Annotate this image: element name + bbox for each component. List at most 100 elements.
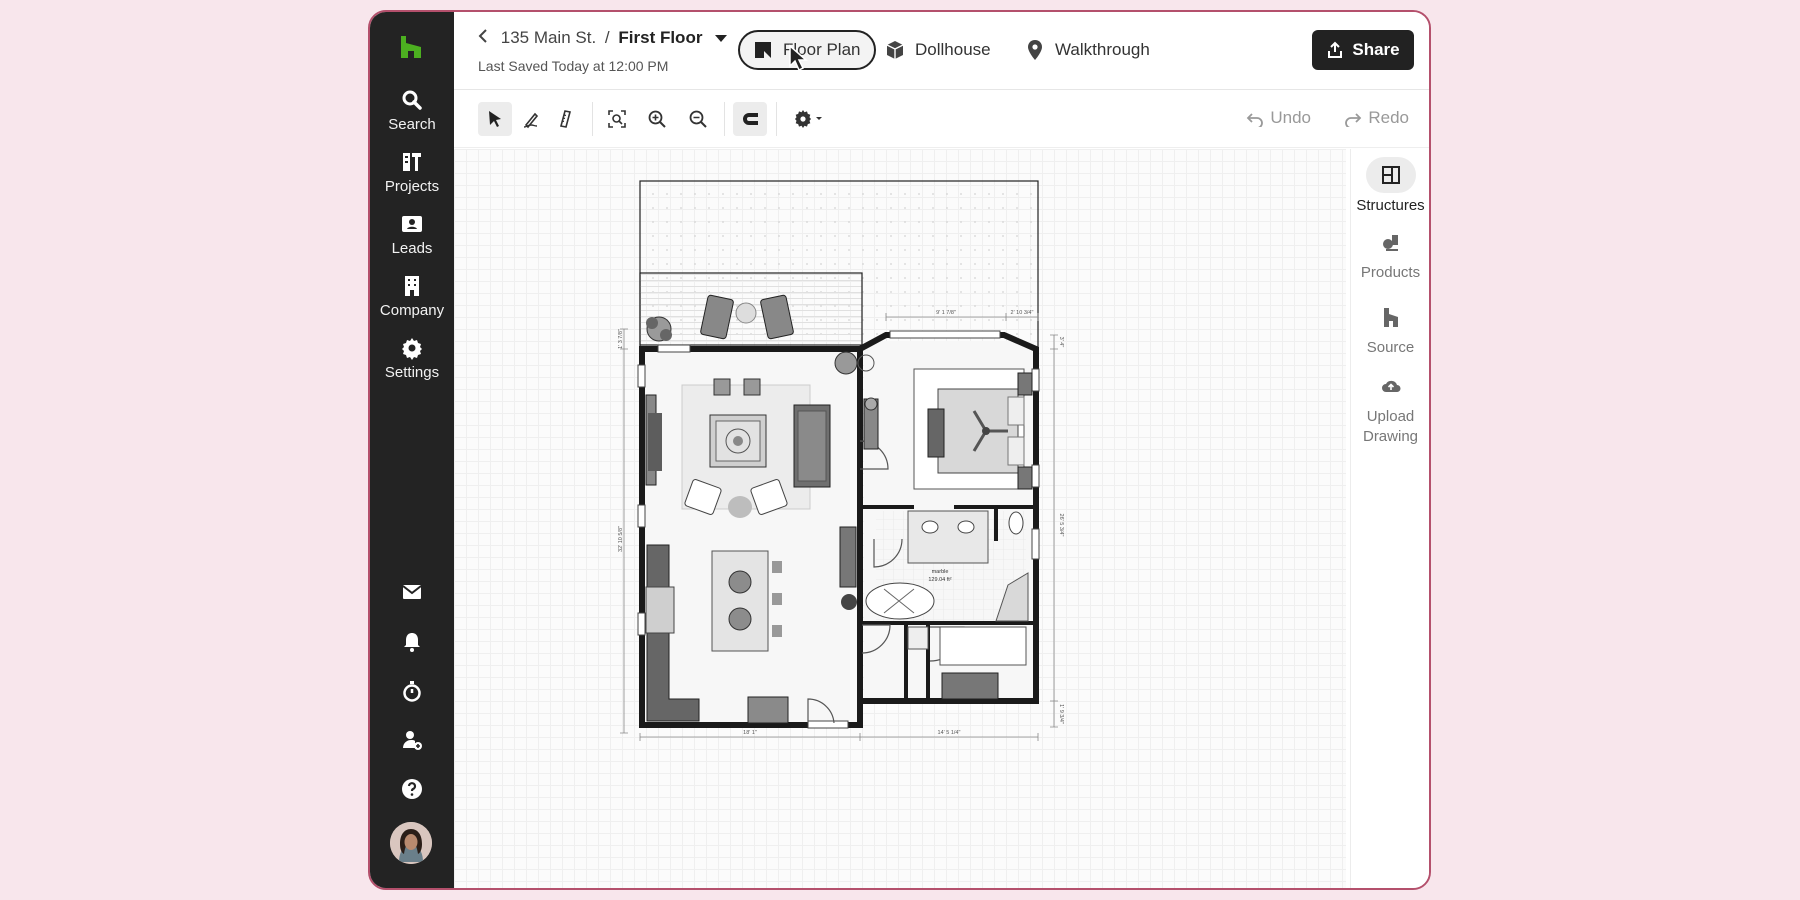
room-area-label: 129.04 ft² [928, 577, 951, 583]
toilet[interactable] [1008, 511, 1024, 535]
rail-item-label: Leads [391, 240, 433, 257]
nightstand[interactable] [1017, 372, 1033, 396]
app-window: Search Projects Leads Company Settings 1… [368, 10, 1431, 890]
side-table[interactable] [728, 496, 752, 518]
snap-magnet-toggle[interactable] [733, 102, 767, 136]
rail-item-label: Company [379, 302, 445, 319]
measure-icon [560, 110, 571, 128]
zoom-fit-button[interactable] [600, 102, 634, 136]
breadcrumb-separator: / [604, 28, 610, 47]
undo-button[interactable]: Undo [1246, 108, 1311, 128]
avatar[interactable] [390, 822, 432, 864]
leads-icon [402, 216, 422, 232]
draw-wall-icon [523, 112, 539, 129]
ottoman[interactable] [743, 378, 761, 396]
panel-item-label: Upload Drawing [1362, 408, 1419, 445]
add-user-icon[interactable] [400, 728, 424, 752]
products-icon [1382, 235, 1398, 251]
dimension-label: 14' 5 1/4" [938, 730, 961, 736]
share-button[interactable]: Share [1312, 30, 1414, 70]
dining-table[interactable] [709, 414, 767, 468]
trash-bin[interactable] [841, 594, 857, 610]
panel-item-label: Products [1360, 264, 1421, 281]
rail-item-search[interactable]: Search [370, 88, 454, 133]
toilet-small[interactable] [907, 626, 929, 650]
share-label: Share [1352, 40, 1400, 59]
panel-item-structures[interactable]: Structures [1351, 157, 1429, 216]
left-nav-rail: Search Projects Leads Company Settings [370, 12, 454, 888]
tab-dollhouse[interactable]: Dollhouse [884, 30, 991, 70]
bathroom-vanity[interactable] [907, 510, 989, 564]
select-tool[interactable] [478, 102, 512, 136]
magnet-icon [743, 113, 758, 125]
redo-label: Redo [1368, 108, 1409, 127]
panel-item-label: Structures [1356, 197, 1425, 214]
last-saved-status: Last Saved Today at 12:00 PM [478, 58, 669, 74]
sofa[interactable] [793, 404, 831, 488]
room-name-label: marble [932, 569, 949, 575]
houzz-logo-icon[interactable] [399, 34, 423, 60]
bathtub[interactable] [865, 582, 935, 620]
undo-icon [1247, 113, 1264, 127]
project-name[interactable]: 135 Main St. [501, 28, 596, 47]
washer-dryer[interactable] [941, 672, 999, 700]
ottoman[interactable] [713, 378, 731, 396]
rail-item-settings[interactable]: Settings [370, 336, 454, 381]
cube-icon [886, 41, 904, 59]
rail-item-label: Settings [384, 364, 440, 381]
rail-item-label: Search [388, 116, 436, 133]
source-icon [1383, 308, 1398, 327]
mail-icon[interactable] [400, 580, 424, 604]
location-pin-icon [1028, 40, 1042, 60]
measure-tool[interactable] [550, 102, 584, 136]
redo-button[interactable]: Redo [1344, 108, 1409, 128]
bench[interactable] [927, 408, 945, 458]
nightstand[interactable] [1017, 466, 1033, 490]
floor-selector[interactable]: First Floor [618, 28, 702, 47]
zoom-out-icon [689, 110, 707, 128]
dimension-label: 9' 1 7/8" [936, 310, 956, 316]
help-icon[interactable] [400, 777, 424, 801]
undo-label: Undo [1270, 108, 1311, 127]
zoom-fit-icon [608, 110, 626, 128]
rail-item-projects[interactable]: Projects [370, 150, 454, 195]
tab-label: Walkthrough [1055, 40, 1150, 59]
chevron-down-icon[interactable] [715, 35, 728, 43]
tab-label: Dollhouse [915, 40, 991, 59]
tub-small[interactable] [939, 626, 1027, 666]
gear-icon [402, 338, 422, 360]
dimension-label: 3' 4" [1058, 337, 1064, 348]
settings-dropdown[interactable] [787, 102, 831, 136]
dimension-label: 2' 10 3/4" [1011, 310, 1034, 316]
right-tool-panel: Structures Products Source Upload Drawin… [1350, 149, 1429, 888]
zoom-in-button[interactable] [640, 102, 674, 136]
tab-walkthrough[interactable]: Walkthrough [1024, 30, 1150, 70]
draw-wall-tool[interactable] [515, 102, 549, 136]
structures-icon [1381, 166, 1400, 184]
dimension-label: 32' 10 5/8" [618, 526, 624, 552]
dimension-label: 1' 9 3/4" [1058, 704, 1064, 724]
panel-item-products[interactable]: Products [1351, 224, 1429, 283]
redo-icon [1345, 113, 1362, 127]
search-icon [402, 90, 422, 110]
rail-item-leads[interactable]: Leads [370, 212, 454, 257]
fridge[interactable] [839, 526, 857, 588]
panel-item-label: Source [1366, 339, 1415, 356]
projects-icon [403, 153, 421, 171]
top-header: 135 Main St. / First Floor Last Saved To… [454, 12, 1429, 90]
share-icon [1328, 41, 1343, 58]
zoom-out-button[interactable] [681, 102, 715, 136]
dresser[interactable] [863, 397, 879, 450]
chevron-left-icon[interactable] [478, 29, 488, 43]
rail-item-company[interactable]: Company [370, 274, 454, 319]
zoom-in-icon [648, 110, 666, 128]
floor-plan-canvas[interactable]: marble 129.04 ft² 18' 1" 14' 5 1/4" 9' 1… [454, 149, 1346, 890]
timer-icon[interactable] [400, 679, 424, 703]
panel-item-upload-drawing[interactable]: Upload Drawing [1351, 368, 1429, 447]
upload-cloud-icon [1381, 380, 1400, 392]
floor-plan-drawing[interactable]: marble 129.04 ft² 18' 1" 14' 5 1/4" 9' 1… [454, 149, 1346, 890]
bell-icon[interactable] [400, 630, 424, 654]
deck-plant[interactable] [646, 316, 672, 342]
panel-item-source[interactable]: Source [1351, 299, 1429, 358]
rail-item-label: Projects [384, 178, 440, 195]
